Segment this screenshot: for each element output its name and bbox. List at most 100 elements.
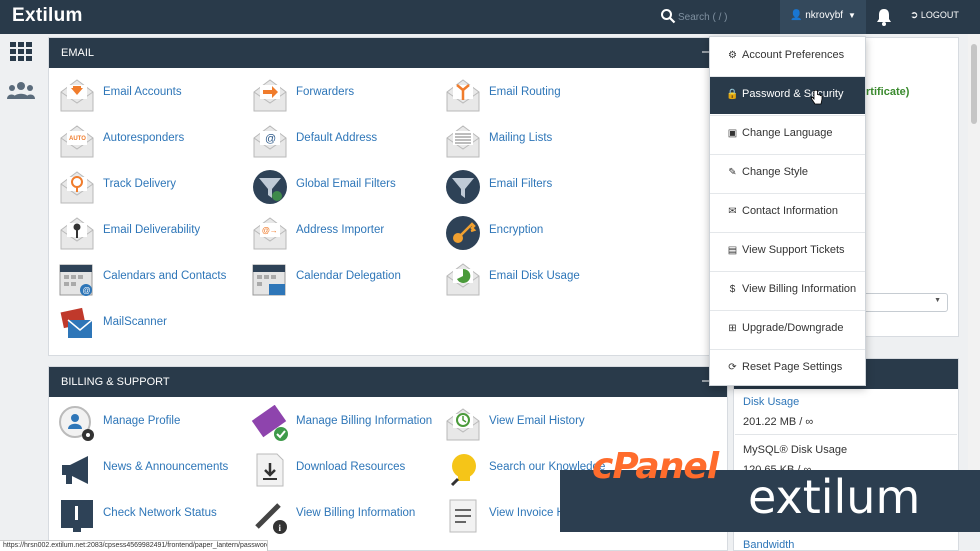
app-item-label: View Invoice H	[489, 507, 565, 519]
users-icon[interactable]	[7, 80, 35, 100]
email-panel-title: EMAIL	[61, 47, 95, 59]
app-item-label: Check Network Status	[103, 507, 217, 519]
autoresponders-icon: AUTO	[58, 122, 96, 160]
gears-icon: ⚙	[728, 50, 737, 61]
email-routing-icon	[444, 76, 482, 114]
app-item-label: MailScanner	[103, 316, 167, 328]
app-item-label: Download Resources	[296, 461, 406, 473]
bell-icon[interactable]	[875, 7, 893, 27]
app-item-label: Email Accounts	[103, 86, 182, 98]
logout-button[interactable]: ➲ LOGOUT	[910, 10, 959, 21]
divider	[735, 434, 957, 435]
address-importer-icon: @→	[251, 214, 289, 252]
download-icon	[251, 451, 289, 489]
app-item[interactable]: News & Announcements	[48, 449, 238, 489]
menu-item[interactable]: ▣ Change Language	[710, 116, 865, 153]
app-item[interactable]: Track Delivery	[48, 166, 238, 206]
svg-text:@→: @→	[262, 226, 278, 235]
menu-item-label: Password & Security	[742, 88, 844, 100]
track-delivery-icon	[58, 168, 96, 206]
app-item[interactable]: Forwarders	[241, 74, 431, 114]
mailing-lists-icon	[444, 122, 482, 160]
menu-item-label: Upgrade/Downgrade	[742, 322, 844, 334]
scrollbar-thumb[interactable]	[971, 44, 977, 124]
billing-panel-header[interactable]: BILLING & SUPPORT —	[49, 367, 727, 397]
app-item[interactable]: @ Default Address	[241, 120, 431, 160]
browser-status-url: https://hrsn002.extilum.net:2083/cpsess4…	[0, 540, 268, 551]
invoice-icon	[444, 497, 482, 535]
menu-item-label: Change Language	[742, 127, 833, 139]
app-item[interactable]: Calendar Delegation	[241, 258, 431, 298]
app-item[interactable]: Email Disk Usage	[434, 258, 624, 298]
chevron-down-icon: ▼	[934, 297, 941, 304]
lock-icon: 🔒	[726, 89, 739, 100]
email-panel-header[interactable]: EMAIL —	[49, 38, 727, 68]
disk-usage-icon	[444, 260, 482, 298]
app-item-label: Mailing Lists	[489, 132, 553, 144]
ssl-certificate-link[interactable]: rtificate)	[866, 86, 909, 98]
calendar-icon: @	[58, 260, 96, 298]
app-item-label: Email Filters	[489, 178, 553, 190]
profile-icon	[58, 405, 96, 443]
app-item[interactable]: Global Email Filters	[241, 166, 431, 206]
disk-usage-label[interactable]: Disk Usage	[743, 396, 799, 408]
app-item-label: Encryption	[489, 224, 544, 236]
scrollbar[interactable]	[968, 34, 980, 474]
app-item-label: Forwarders	[296, 86, 355, 98]
envelope-icon: ✉	[728, 206, 737, 217]
menu-item[interactable]: ⊞ Upgrade/Downgrade	[710, 311, 865, 348]
search-icon[interactable]	[660, 8, 676, 24]
app-item-label: Default Address	[296, 132, 378, 144]
billing-card-icon	[251, 404, 289, 443]
calendar-delegation-icon	[251, 260, 289, 298]
menu-item[interactable]: ✎ Change Style	[710, 155, 865, 192]
refresh-icon: ⟳	[728, 362, 737, 373]
menu-item[interactable]: 🔒 Password & Security	[710, 77, 865, 114]
billing-panel-title: BILLING & SUPPORT	[61, 376, 170, 388]
app-item[interactable]: @ Calendars and Contacts	[48, 258, 238, 298]
app-item[interactable]: i View Billing Information	[241, 495, 431, 535]
app-item[interactable]: @→ Address Importer	[241, 212, 431, 252]
logout-label: LOGOUT	[920, 10, 959, 20]
app-item[interactable]: Mailing Lists	[434, 120, 624, 160]
menu-item[interactable]: ▤ View Support Tickets	[710, 233, 865, 270]
app-item-label: Calendar Delegation	[296, 270, 401, 282]
svg-text:@: @	[83, 286, 91, 295]
menu-item[interactable]: ✉ Contact Information	[710, 194, 865, 231]
search-input[interactable]	[678, 8, 768, 26]
app-item[interactable]: MailScanner	[48, 304, 238, 344]
app-item[interactable]: Encryption	[434, 212, 624, 252]
app-item-label: Autoresponders	[103, 132, 185, 144]
app-item-label: Manage Profile	[103, 415, 181, 427]
bandwidth-label[interactable]: Bandwidth	[743, 539, 794, 551]
app-item[interactable]: Manage Billing Information	[241, 403, 432, 443]
app-item-label: View Email History	[489, 415, 585, 427]
hand-cursor-icon	[811, 90, 823, 105]
user-menu-button[interactable]: 👤 nkrovybf ▼	[780, 0, 866, 34]
app-item[interactable]: Email Filters	[434, 166, 624, 206]
app-item[interactable]: View Email History	[434, 403, 624, 443]
app-item[interactable]: Manage Profile	[48, 403, 238, 443]
app-item[interactable]: Download Resources	[241, 449, 431, 489]
app-item[interactable]: Email Deliverability	[48, 212, 238, 252]
app-item-label: Email Disk Usage	[489, 270, 580, 282]
app-item[interactable]: AUTO Autoresponders	[48, 120, 238, 160]
menu-item-label: Change Style	[742, 166, 809, 178]
encryption-key-icon	[444, 214, 482, 252]
grid-icon[interactable]	[10, 42, 32, 62]
menu-item-label: Account Preferences	[742, 49, 845, 61]
ticket-icon: ▤	[727, 245, 738, 256]
menu-item[interactable]: ⟳ Reset Page Settings	[710, 350, 865, 387]
menu-item[interactable]: $ View Billing Information	[710, 272, 865, 309]
menu-item[interactable]: ⚙ Account Preferences	[710, 38, 865, 75]
billing-info-icon: i	[251, 497, 289, 535]
brand-logo[interactable]: Extilum	[12, 5, 83, 27]
top-navbar: Extilum 👤 nkrovybf ▼ ➲ LOGOUT	[0, 0, 980, 34]
network-status-icon	[58, 497, 96, 535]
app-item[interactable]: Email Accounts	[48, 74, 238, 114]
email-history-icon	[444, 405, 482, 443]
app-item[interactable]: Email Routing	[434, 74, 624, 114]
app-item-label: Address Importer	[296, 224, 385, 236]
app-item[interactable]: Check Network Status	[48, 495, 238, 535]
svg-text:@: @	[265, 133, 276, 145]
